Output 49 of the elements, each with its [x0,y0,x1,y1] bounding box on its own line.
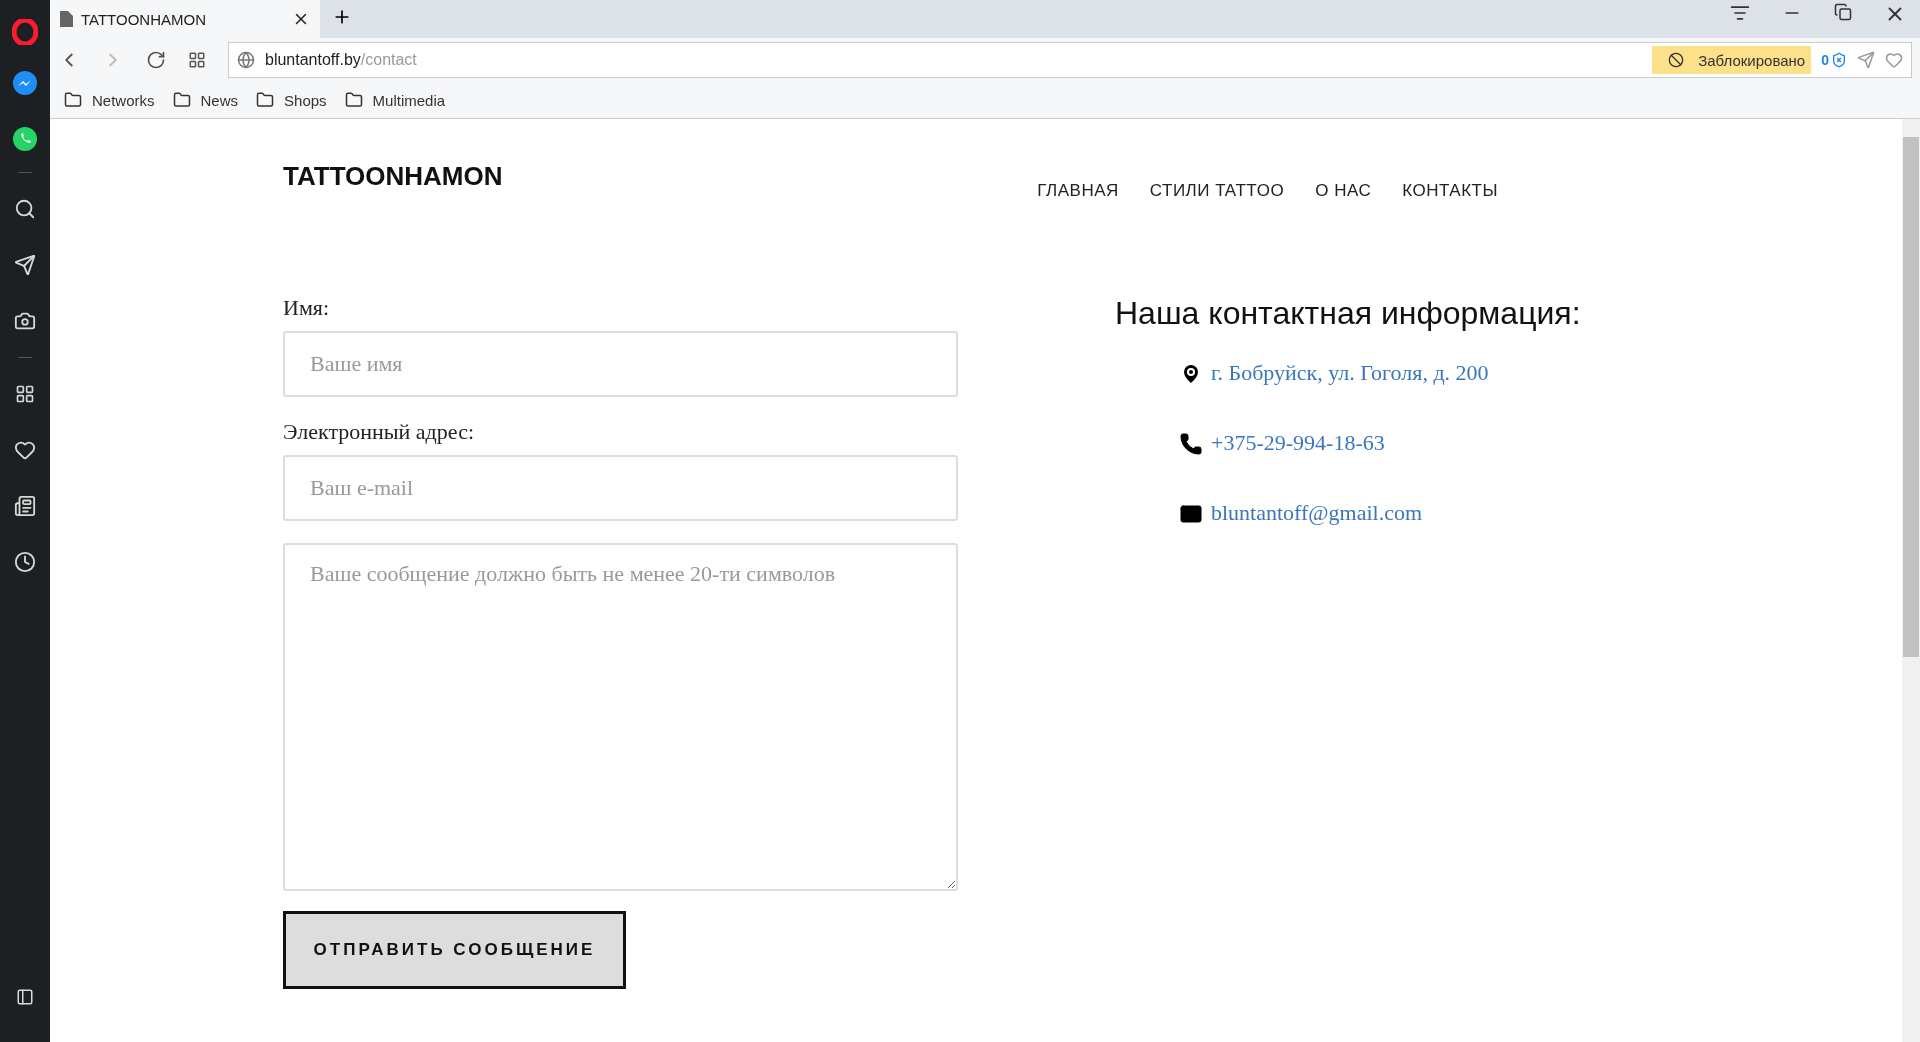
block-icon [1668,52,1685,68]
blocked-count: 0 [1821,52,1829,68]
bookmark[interactable]: Networks [64,91,155,109]
url-path: /contact [360,51,417,69]
browser-logo-icon[interactable] [12,19,38,45]
folder-icon [172,91,191,109]
nav-link[interactable]: СТИЛИ TATTOO [1149,181,1285,201]
nav-link[interactable]: ГЛАВНАЯ [1037,181,1119,201]
sidebar-toggle-icon[interactable] [16,988,34,1006]
nav-link[interactable]: КОНТАКТЫ [1402,181,1498,201]
submit-button[interactable]: ОТПРАВИТЬ СООБЩЕНИЕ [283,911,626,989]
news-icon[interactable] [14,495,36,517]
ad-blocker-badge[interactable]: Заблокировано [1652,46,1812,74]
contact-link[interactable]: bluntantoff@gmail.com [1211,500,1423,526]
field-label: Имя: [283,295,331,321]
scrollbar-thumb[interactable] [1903,137,1919,657]
input-field[interactable]: Ваше имя [283,331,958,397]
camera-icon[interactable] [14,310,36,332]
contact-link[interactable]: г. Бобруйск, ул. Гоголя, д. 200 [1211,360,1489,386]
search-icon[interactable] [14,198,36,220]
contact-heading: Наша контактная информация: [1115,295,1581,332]
speed-dial-icon[interactable] [188,51,206,69]
grid-icon[interactable] [15,384,35,404]
bookmark[interactable]: News [172,91,239,109]
shield-icon[interactable] [1831,52,1847,68]
site-logo[interactable]: TATTOONHAMON [283,161,503,201]
nav-link[interactable]: О НАС [1315,181,1372,201]
bookmark[interactable]: Multimedia [344,91,446,109]
document-icon [60,11,73,27]
address-field[interactable]: bluntantoff.by/contact Заблокировано 0 [228,42,1912,78]
whatsapp-icon[interactable] [12,126,38,152]
input-field[interactable]: Ваш e-mail [283,455,958,521]
contact-link[interactable]: +375-29-994-18-63 [1211,430,1385,456]
phone-icon [1179,432,1203,456]
folder-icon [64,91,82,109]
globe-icon [237,51,255,69]
messenger-icon[interactable] [12,70,38,96]
heart-icon[interactable] [14,439,36,461]
field-label: Электронный адрес: [283,419,475,445]
bookmark[interactable]: Shops [256,91,327,109]
reload-icon[interactable] [146,50,166,70]
tab-menu-icon[interactable] [1730,3,1750,23]
folder-icon [344,91,363,109]
restore-icon[interactable] [1834,3,1852,21]
browser-tab[interactable]: TATTOONHAMON [50,0,320,38]
message-field[interactable]: Ваше сообщение должно быть не менее 20-ти символов [283,543,958,891]
folder-icon [256,91,275,109]
clock-icon[interactable] [14,551,36,573]
url-domain: bluntantoff.by [265,51,361,69]
